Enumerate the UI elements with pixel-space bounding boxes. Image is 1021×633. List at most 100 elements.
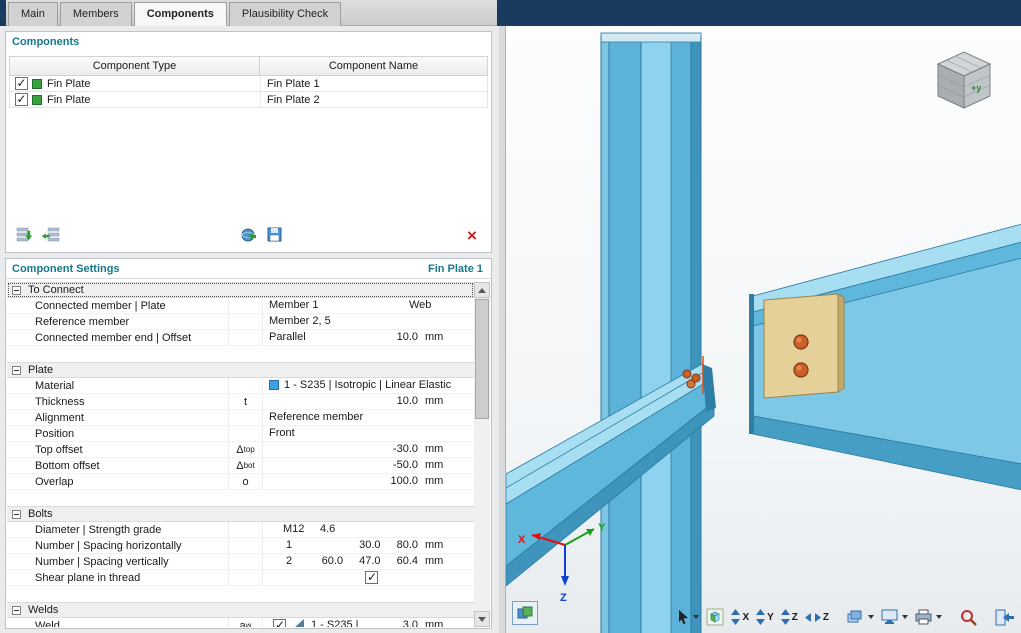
collapse-icon[interactable] (12, 365, 21, 375)
row-thickness[interactable]: Thickness t 10.0 mm (7, 394, 474, 410)
fin-plate (763, 293, 845, 399)
row-material[interactable]: Material 1 - S235 | Isotropic | Linear E… (7, 378, 474, 394)
value-cell[interactable]: Front (263, 426, 474, 441)
value-cell[interactable]: -30.0 mm (263, 442, 474, 457)
value-cell[interactable]: 10.0 mm (263, 394, 474, 409)
row-alignment[interactable]: Alignment Reference member (7, 410, 474, 426)
tab-bar: Main Members Components Plausibility Che… (0, 0, 1021, 26)
3d-viewport[interactable]: +y X Y Z X Y Z Z (505, 26, 1021, 633)
component-settings-panel: Component Settings Fin Plate 1 To Connec… (5, 258, 492, 629)
view-along-minus-z-button[interactable]: Z (803, 606, 831, 628)
component-name-cell[interactable]: Fin Plate 1 (260, 76, 487, 91)
collapse-icon[interactable] (12, 605, 21, 615)
group-label: Bolts (28, 508, 53, 520)
row-shear-plane[interactable]: Shear plane in thread (7, 570, 474, 586)
group-to-connect[interactable]: To Connect (7, 282, 474, 298)
row-top-offset[interactable]: Top offset Δtop -30.0 mm (7, 442, 474, 458)
column-header-component-name[interactable]: Component Name (260, 57, 487, 75)
print-button[interactable] (913, 606, 944, 628)
selection-arrow-button[interactable] (674, 606, 701, 628)
row-reference-member[interactable]: Reference member Member 2, 5 (7, 314, 474, 330)
nav-cube-face-label: +y (971, 83, 981, 93)
axis-x-label: X (518, 534, 526, 546)
component-settings-header: Component Settings Fin Plate 1 (6, 259, 491, 279)
isometric-view-icon (706, 608, 724, 626)
save-component-button[interactable] (262, 223, 288, 247)
isometric-view-button[interactable] (704, 606, 726, 628)
window-corner (0, 0, 6, 26)
settings-scrollbar[interactable] (474, 282, 490, 627)
cursor-icon (679, 610, 689, 625)
component-name-cell[interactable]: Fin Plate 2 (260, 92, 487, 107)
tab-components[interactable]: Components (133, 2, 227, 26)
shear-plane-checkbox[interactable] (365, 570, 378, 584)
row-weld[interactable]: Weld aw 1 - S235 | 3.0 mm (7, 618, 474, 627)
component-type-label: Fin Plate (47, 93, 91, 106)
tab-members[interactable]: Members (59, 2, 132, 26)
group-bolts[interactable]: Bolts (7, 506, 474, 522)
table-row[interactable]: Fin Plate Fin Plate 1 (9, 76, 488, 92)
value-cell[interactable]: 100.0 mm (263, 474, 474, 489)
import-component-button[interactable] (236, 223, 262, 247)
dropdown-icon (936, 615, 942, 619)
axis-y-label: Y (598, 522, 606, 534)
navigation-cube[interactable]: +y (936, 51, 992, 109)
scroll-thumb[interactable] (475, 299, 489, 419)
3d-scene: +y X Y Z (506, 32, 1021, 633)
value-cell[interactable]: -50.0 mm (263, 458, 474, 473)
components-table-header: Component Type Component Name (9, 56, 488, 76)
row-member-end-offset[interactable]: Connected member end | Offset Parallel 1… (7, 330, 474, 346)
view-along-z-button[interactable]: Z (779, 606, 800, 628)
row-checkbox[interactable] (14, 92, 28, 106)
layers-icon (847, 610, 862, 623)
collapse-icon[interactable] (12, 509, 21, 519)
group-welds[interactable]: Welds (7, 602, 474, 618)
render-mode-icon (517, 606, 533, 619)
render-mode-button[interactable] (512, 601, 538, 625)
row-bottom-offset[interactable]: Bottom offset Δbot -50.0 mm (7, 458, 474, 474)
component-type-icon (32, 94, 42, 105)
component-type-label: Fin Plate (47, 77, 91, 90)
tab-main[interactable]: Main (8, 2, 58, 26)
value-cell[interactable]: M12 4.6 (263, 522, 474, 537)
column-header-component-type[interactable]: Component Type (10, 57, 260, 75)
components-table: Component Type Component Name Fin Plate … (9, 56, 488, 108)
scroll-up-button[interactable] (474, 282, 490, 298)
add-row-icon (16, 227, 33, 242)
value-cell[interactable]: Parallel 10.0 mm (263, 330, 474, 345)
add-row-button[interactable] (12, 223, 38, 247)
value-cell[interactable]: Reference member (263, 410, 474, 425)
exit-viewport-button[interactable] (993, 606, 1017, 628)
value-cell[interactable]: 1 30.0 80.0 mm (263, 538, 474, 553)
view-along-y-button[interactable]: Y (754, 606, 776, 628)
row-connected-member[interactable]: Connected member | Plate Member 1 Web (7, 298, 474, 314)
row-spacing-vertical[interactable]: Number | Spacing vertically 2 60.0 47.0 … (7, 554, 474, 570)
remove-row-button[interactable] (38, 223, 64, 247)
monitor-icon (881, 609, 898, 624)
table-row[interactable]: Fin Plate Fin Plate 2 (9, 92, 488, 108)
collapse-icon[interactable] (12, 285, 21, 295)
group-plate[interactable]: Plate (7, 362, 474, 378)
zoom-button[interactable] (958, 606, 979, 628)
value-cell[interactable]: 1 - S235 | 3.0 mm (263, 618, 474, 627)
view-along-x-button[interactable]: X (729, 606, 751, 628)
graphic-options-button[interactable] (879, 606, 910, 628)
value-cell[interactable]: 1 - S235 | Isotropic | Linear Elastic (263, 378, 474, 393)
value-cell[interactable]: Member 1 Web (263, 298, 474, 313)
remove-row-icon (42, 227, 60, 242)
tab-plausibility-check[interactable]: Plausibility Check (228, 2, 342, 26)
property-grid: To Connect Connected member | Plate Memb… (7, 282, 474, 627)
row-position[interactable]: Position Front (7, 426, 474, 442)
display-mode-button[interactable] (845, 606, 876, 628)
value-cell[interactable]: 2 60.0 47.0 60.4 mm (263, 554, 474, 569)
row-diameter-grade[interactable]: Diameter | Strength grade M12 4.6 (7, 522, 474, 538)
row-overlap[interactable]: Overlap o 100.0 mm (7, 474, 474, 490)
row-checkbox[interactable] (14, 76, 28, 90)
value-cell[interactable] (263, 570, 474, 585)
components-panel-title: Components (12, 36, 80, 48)
delete-component-button[interactable]: × (459, 223, 485, 247)
row-spacing-horizontal[interactable]: Number | Spacing horizontally 1 30.0 80.… (7, 538, 474, 554)
value-cell[interactable]: Member 2, 5 (263, 314, 474, 329)
scroll-down-button[interactable] (474, 611, 490, 627)
magnifier-icon (961, 609, 977, 626)
